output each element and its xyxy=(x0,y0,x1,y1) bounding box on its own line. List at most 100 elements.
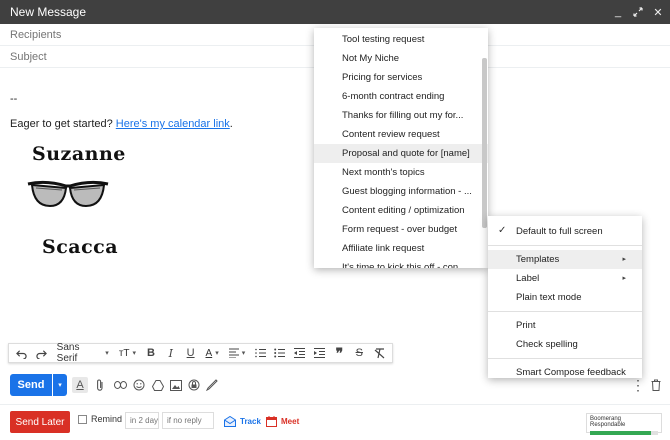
template-item[interactable]: It's time to kick this off - con... xyxy=(314,258,488,268)
remind-condition-input[interactable] xyxy=(162,412,214,429)
boomerang-footer: Send Later Remind me Track Meet Boomeran… xyxy=(0,404,670,440)
menu-item-label: Label xyxy=(516,273,540,284)
track-button[interactable]: Track xyxy=(224,416,261,427)
send-later-button[interactable]: Send Later xyxy=(10,411,70,433)
menu-item-default-full-screen[interactable]: ✓ Default to full screen xyxy=(488,222,642,241)
font-size-select[interactable]: тT ▾ xyxy=(115,348,140,359)
signature-pen-icon[interactable] xyxy=(204,377,220,393)
indent-more-icon[interactable] xyxy=(311,344,329,362)
menu-item-templates[interactable]: Templates ▸ xyxy=(488,250,642,269)
menu-divider xyxy=(488,245,642,246)
chevron-right-icon: ▸ xyxy=(622,256,626,263)
close-icon[interactable]: ✕ xyxy=(650,6,666,19)
strikethrough-icon[interactable]: S xyxy=(350,344,368,362)
underline-button[interactable]: U xyxy=(182,344,200,362)
menu-item-smart-compose-feedback[interactable]: Smart Compose feedback xyxy=(488,363,642,382)
text-color-select[interactable]: A ▾ xyxy=(202,348,223,359)
template-item[interactable]: Form request - over budget xyxy=(314,220,488,239)
calendar-link[interactable]: Here's my calendar link xyxy=(116,118,230,130)
menu-item-plain-text[interactable]: Plain text mode xyxy=(488,288,642,307)
template-item[interactable]: Not My Niche xyxy=(314,49,488,68)
bulleted-list-icon[interactable] xyxy=(271,344,289,362)
calendar-icon xyxy=(266,416,277,427)
compose-title-bar: New Message _ ✕ xyxy=(0,0,670,24)
font-family-value: Sans Serif xyxy=(56,342,80,364)
numbered-list-icon[interactable] xyxy=(251,344,269,362)
remind-days-input[interactable] xyxy=(125,412,159,429)
template-item[interactable]: Content review request xyxy=(314,125,488,144)
calendar-line-end: . xyxy=(229,118,233,130)
chevron-down-icon: ▾ xyxy=(215,350,219,357)
more-options-menu: ✓ Default to full screen Templates ▸ Lab… xyxy=(488,216,642,378)
font-family-select[interactable]: Sans Serif ▾ xyxy=(53,342,113,364)
track-label: Track xyxy=(240,417,261,426)
meet-label: Meet xyxy=(281,417,300,426)
photo-icon[interactable] xyxy=(168,377,184,393)
align-icon xyxy=(228,348,239,358)
trash-icon[interactable] xyxy=(648,377,664,393)
menu-divider xyxy=(488,311,642,312)
chevron-down-icon: ▾ xyxy=(241,350,246,357)
signature-first-name: Suzanne xyxy=(32,143,126,165)
menu-item-label-submenu[interactable]: Label ▸ xyxy=(488,269,642,288)
calendar-line-text: Eager to get started? xyxy=(10,118,116,130)
template-item[interactable]: Content editing / optimization xyxy=(314,201,488,220)
minimize-icon[interactable]: _ xyxy=(610,6,626,18)
signature-separator: -- xyxy=(10,93,18,105)
templates-list: Tool testing request Not My Niche Pricing … xyxy=(314,28,488,268)
menu-item-label: Smart Compose feedback xyxy=(516,367,626,378)
template-item[interactable]: Proposal and quote for [name] xyxy=(314,144,488,163)
undo-icon[interactable] xyxy=(13,344,31,362)
template-item[interactable]: Thanks for filling out my for... xyxy=(314,106,488,125)
text-color-icon: A xyxy=(205,347,213,359)
menu-divider xyxy=(488,358,642,359)
signature-last-name: Scacca xyxy=(42,236,119,258)
templates-submenu: Tool testing request Not My Niche Pricing … xyxy=(314,28,488,268)
confidential-mode-icon[interactable] xyxy=(186,377,202,393)
menu-item-check-spelling[interactable]: Check spelling xyxy=(488,335,642,354)
italic-button[interactable]: I xyxy=(162,344,180,362)
respondable-bar xyxy=(590,431,658,435)
drive-icon[interactable] xyxy=(150,377,166,393)
recipients-input[interactable] xyxy=(10,28,290,41)
menu-item-label: Plain text mode xyxy=(516,292,582,303)
attach-icon[interactable] xyxy=(92,377,108,393)
template-item[interactable]: Tool testing request xyxy=(314,30,488,49)
chevron-down-icon: ▾ xyxy=(105,350,109,357)
template-item[interactable]: Affiliate link request xyxy=(314,239,488,258)
link-icon[interactable] xyxy=(112,377,128,393)
template-item[interactable]: 6-month contract ending xyxy=(314,87,488,106)
calendar-line: Eager to get started? Here's my calendar… xyxy=(10,118,233,130)
template-item[interactable]: Pricing for services xyxy=(314,68,488,87)
menu-item-label: Print xyxy=(516,320,536,331)
send-button[interactable]: Send xyxy=(10,374,52,396)
expand-icon[interactable] xyxy=(630,7,646,17)
bold-button[interactable]: B xyxy=(142,344,160,362)
boomerang-respondable-meter[interactable]: Boomerang Respondable xyxy=(586,413,662,435)
redo-icon[interactable] xyxy=(33,344,51,362)
respondable-fill xyxy=(590,431,652,435)
quote-icon[interactable]: ❞ xyxy=(331,344,349,362)
align-select[interactable]: ▾ xyxy=(225,348,250,358)
send-options-dropdown[interactable]: ▾ xyxy=(53,374,67,396)
subject-input[interactable] xyxy=(10,50,290,63)
template-item[interactable]: Guest blogging information - ... xyxy=(314,182,488,201)
menu-item-print[interactable]: Print xyxy=(488,316,642,335)
boomerang-respondable-label: Boomerang Respondable xyxy=(590,416,626,428)
indent-less-icon[interactable] xyxy=(291,344,309,362)
menu-item-label: Check spelling xyxy=(516,339,578,350)
window-title: New Message xyxy=(10,5,87,19)
emoji-icon[interactable] xyxy=(131,377,147,393)
formatting-toolbar: Sans Serif ▾ тT ▾ B I U A ▾ ▾ ❞ S xyxy=(8,342,393,364)
remind-me-checkbox[interactable] xyxy=(78,414,87,424)
template-item[interactable]: Next month's topics xyxy=(314,163,488,182)
templates-scrollbar[interactable] xyxy=(482,58,487,228)
formatting-options-icon[interactable]: A xyxy=(72,377,88,393)
remove-formatting-icon[interactable] xyxy=(370,344,388,362)
menu-item-label: Templates xyxy=(516,254,560,265)
checkmark-icon: ✓ xyxy=(498,225,507,236)
meet-button[interactable]: Meet xyxy=(266,416,299,427)
track-envelope-icon xyxy=(224,416,236,427)
menu-item-label: Default to full screen xyxy=(516,226,603,237)
chevron-down-icon: ▾ xyxy=(132,350,137,357)
